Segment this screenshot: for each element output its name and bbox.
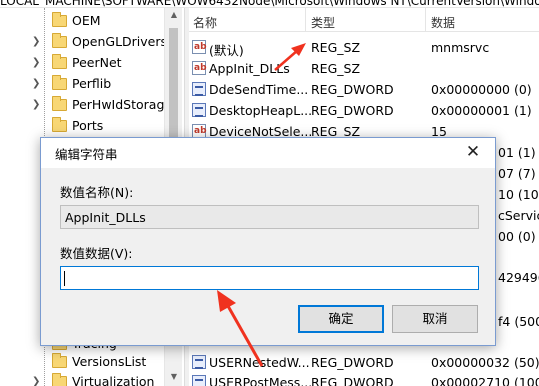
list-row-default[interactable]: (默认) REG_SZ mnmsrvc	[189, 37, 539, 58]
list-row-usernestedwindowlimit[interactable]: USERNestedW... REG_DWORD 0x00000032 (50)	[189, 352, 539, 373]
value-data-fragment: 00 (0)	[498, 229, 536, 244]
value-data-fragment: 01 (1)	[498, 145, 536, 160]
value-type: REG_DWORD	[311, 375, 394, 386]
tree-item-virtualization[interactable]: ❯ Virtualization	[0, 372, 184, 386]
tree-item-oem[interactable]: OEM	[0, 11, 184, 32]
value-data-input[interactable]	[60, 266, 479, 290]
value-name: DdeSendTime...	[209, 82, 309, 97]
folder-icon	[52, 54, 67, 69]
value-name-text: AppInit_DLLs	[65, 210, 146, 225]
value-data: 0x00000032 (50)	[431, 355, 539, 370]
value-type: REG_DWORD	[311, 103, 394, 118]
chevron-right-icon[interactable]: ❯	[32, 58, 42, 68]
edit-string-dialog: 编辑字符串 ✕ 数值名称(N): AppInit_DLLs 数值数据(V): 确…	[40, 137, 496, 346]
tree-item-versionslist[interactable]: VersionsList	[0, 352, 184, 373]
tree-item-opengldrivers[interactable]: ❯ OpenGLDrivers	[0, 32, 184, 53]
scroll-up-arrow-icon[interactable]: ▲	[168, 10, 180, 20]
value-data-fragment: 07 (7)	[498, 166, 536, 181]
list-row-userpostmessagelimit[interactable]: USERPostMess... REG_DWORD 0x00002710 (10…	[189, 372, 539, 386]
address-bar[interactable]: LOCAL_MACHINE\SOFTWARE\WOW6432Node\Micro…	[0, 0, 539, 8]
text-caret	[64, 271, 65, 286]
value-type: REG_SZ	[311, 61, 361, 76]
list-row-desktopheaplogging[interactable]: DesktopHeapL... REG_DWORD 0x00000001 (1)	[189, 100, 539, 121]
string-value-icon	[192, 124, 207, 138]
cancel-button[interactable]: 取消	[392, 305, 478, 333]
tree-item-label: OEM	[72, 13, 101, 28]
value-data: mnmsrvc	[431, 40, 490, 55]
column-header-type[interactable]: 类型	[311, 14, 335, 31]
column-divider[interactable]	[425, 8, 426, 32]
dword-value-icon	[192, 375, 206, 386]
tree-item-perflib[interactable]: ❯ Perflib	[0, 74, 184, 95]
tree-item-label: Ports	[72, 118, 104, 133]
value-name-label: 数值名称(N):	[60, 185, 134, 200]
value-name: USERPostMess...	[209, 375, 313, 386]
string-value-icon	[192, 40, 207, 54]
ok-button[interactable]: 确定	[298, 305, 384, 333]
tree-item-label: PeerNet	[72, 55, 122, 70]
value-data-fragment: 10 (1000	[498, 187, 539, 202]
scroll-down-arrow-icon[interactable]: ▼	[168, 372, 180, 382]
dialog-body: 数值名称(N): AppInit_DLLs 数值数据(V): 确定 取消	[41, 168, 495, 345]
value-data: 0x00000000 (0)	[431, 82, 532, 97]
column-header-name[interactable]: 名称	[193, 14, 217, 31]
tree-item-ports[interactable]: Ports	[0, 116, 184, 137]
value-data: 0x00000001 (1)	[431, 103, 532, 118]
tree-item-label: VersionsList	[72, 354, 147, 369]
chevron-right-icon[interactable]: ❯	[32, 377, 42, 386]
address-path-text: LOCAL_MACHINE\SOFTWARE\WOW6432Node\Micro…	[0, 0, 539, 8]
close-icon[interactable]: ✕	[463, 142, 483, 162]
value-name: AppInit_DLLs	[209, 61, 290, 76]
value-type: REG_DWORD	[311, 82, 394, 97]
list-header: 名称 类型 数据	[189, 8, 539, 32]
tree-item-perhwidstorage[interactable]: ❯ PerHwIdStorag	[0, 95, 184, 116]
value-name: USERNestedW...	[209, 355, 310, 370]
tree-item-label: Perflib	[72, 76, 112, 91]
column-header-data[interactable]: 数据	[431, 14, 455, 31]
value-type: REG_DWORD	[311, 355, 394, 370]
folder-icon	[52, 373, 67, 386]
value-data-fragment: 42949672	[498, 270, 539, 285]
chevron-right-icon[interactable]: ❯	[32, 100, 42, 110]
list-row-ddesendtimeout[interactable]: DdeSendTime... REG_DWORD 0x00000000 (0)	[189, 79, 539, 100]
folder-icon	[52, 353, 67, 368]
list-row-appinit-dlls[interactable]: AppInit_DLLs REG_SZ	[189, 58, 539, 79]
dword-value-icon	[192, 103, 206, 117]
dword-value-icon	[192, 355, 206, 369]
folder-icon	[52, 96, 67, 111]
folder-icon	[52, 33, 67, 48]
value-data-fragment: f4 (500)	[498, 314, 539, 329]
folder-icon	[52, 75, 67, 90]
folder-icon	[52, 117, 67, 132]
value-type: REG_SZ	[311, 40, 361, 55]
tree-item-peernet[interactable]: ❯ PeerNet	[0, 53, 184, 74]
column-divider[interactable]	[305, 8, 306, 32]
tree-item-label: PerHwIdStorag	[72, 97, 165, 112]
value-data-label: 数值数据(V):	[60, 246, 133, 261]
value-name-field: AppInit_DLLs	[60, 205, 479, 229]
value-name: (默认)	[209, 43, 244, 58]
value-data-fragment: cService.	[498, 208, 539, 223]
dialog-title: 编辑字符串	[55, 147, 118, 162]
tree-item-label: Virtualization	[72, 374, 155, 386]
chevron-right-icon[interactable]: ❯	[32, 37, 42, 47]
dword-value-icon	[192, 82, 206, 96]
value-name: DesktopHeapL...	[209, 103, 313, 118]
string-value-icon	[192, 61, 207, 75]
folder-icon	[52, 12, 67, 27]
chevron-right-icon[interactable]: ❯	[32, 79, 42, 89]
tree-item-label: OpenGLDrivers	[72, 34, 168, 49]
value-data: 0x00002710 (1000	[431, 375, 539, 386]
